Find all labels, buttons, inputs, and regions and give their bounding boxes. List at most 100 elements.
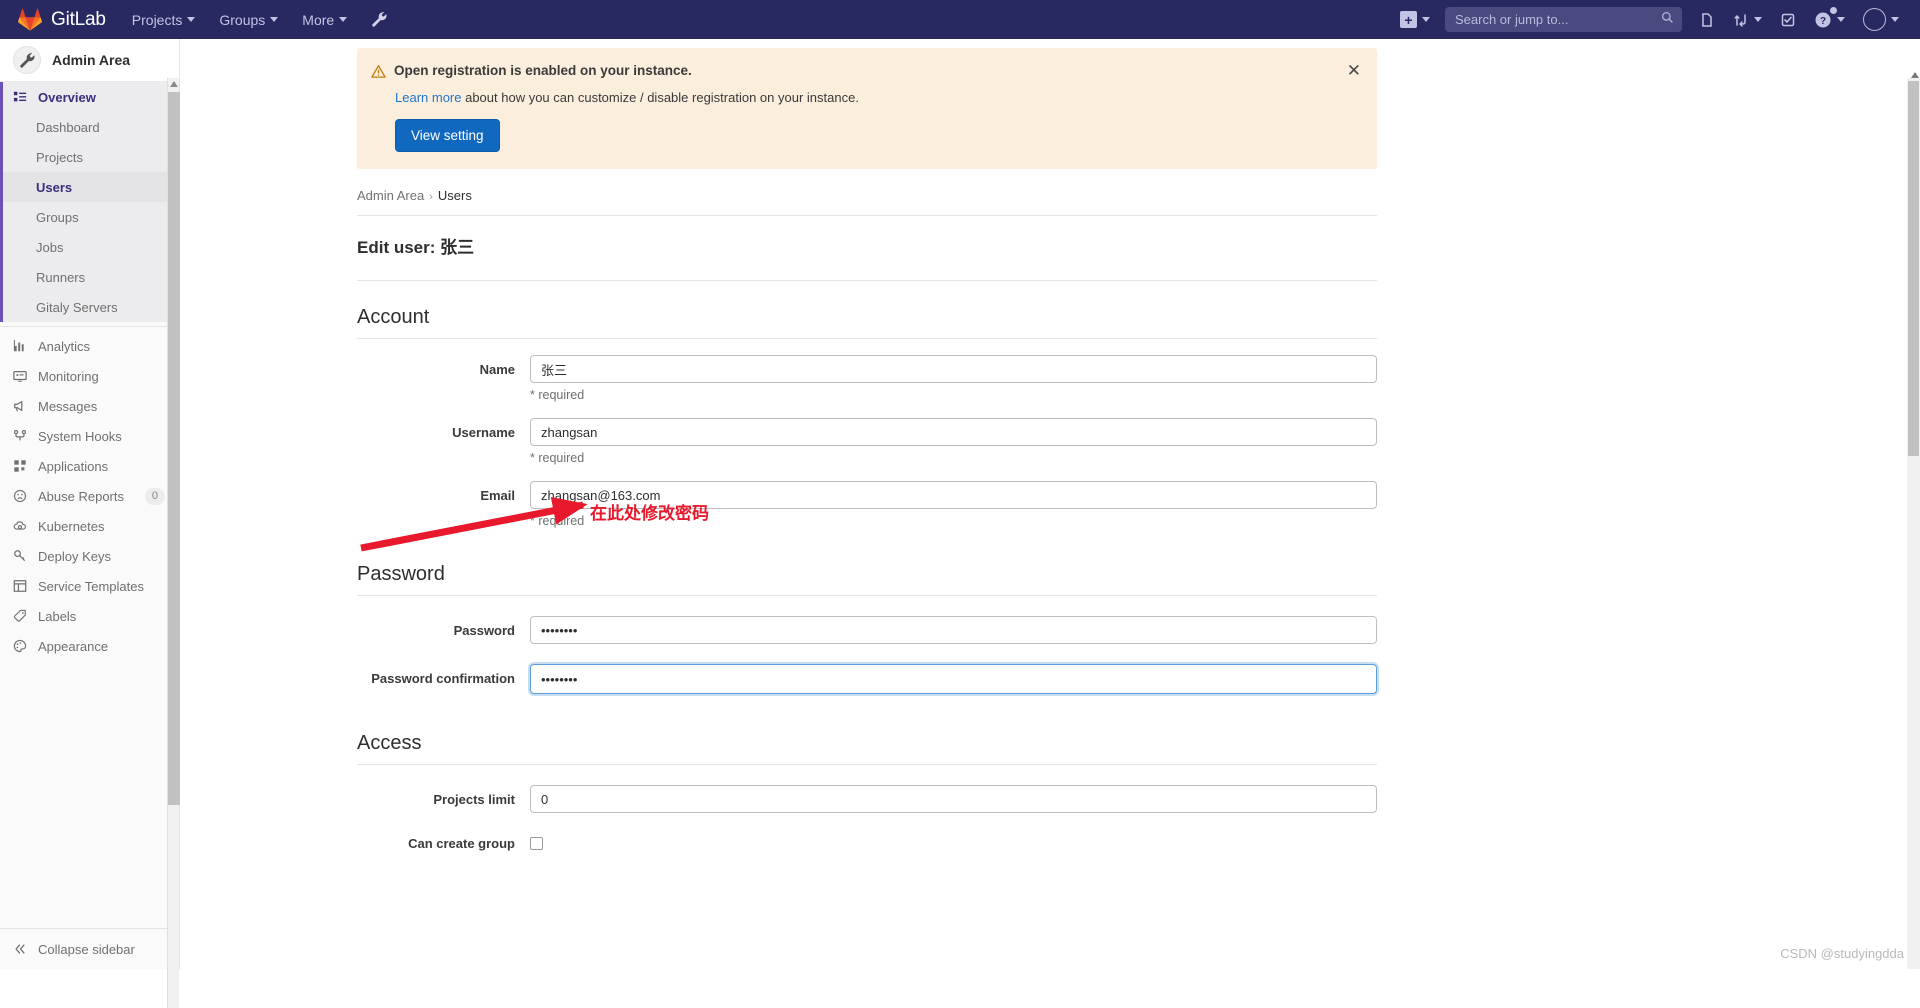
sidebar-item-groups[interactable]: Groups: [3, 202, 179, 232]
sidebar-item-jobs[interactable]: Jobs: [3, 232, 179, 262]
field-row-email: Email * required: [357, 481, 1377, 528]
password-confirmation-input[interactable]: [530, 664, 1377, 694]
sidebar-item-overview[interactable]: Overview: [3, 82, 179, 112]
admin-area-link[interactable]: [359, 0, 400, 39]
breadcrumb-admin-area[interactable]: Admin Area: [357, 188, 424, 203]
warning-triangle-icon: [371, 63, 386, 79]
breadcrumb-separator: ›: [429, 191, 433, 203]
scroll-up-arrow-icon[interactable]: [170, 81, 178, 87]
label-icon: [12, 608, 28, 624]
sidebar-item-gitaly-servers[interactable]: Gitaly Servers: [3, 292, 179, 322]
projects-limit-input[interactable]: [530, 785, 1377, 813]
sidebar-item-analytics-label: Analytics: [38, 339, 90, 354]
field-row-name: Name * required: [357, 355, 1377, 402]
access-section-heading: Access: [357, 732, 1377, 765]
password-control: [530, 616, 1377, 644]
sidebar-item-applications[interactable]: Applications: [0, 451, 179, 481]
sidebar-item-users[interactable]: Users: [3, 172, 179, 202]
key-icon: [12, 548, 28, 564]
global-search[interactable]: [1445, 7, 1682, 32]
navbar-right-group: +: [1391, 0, 1920, 39]
page-scrollbar[interactable]: [1907, 78, 1920, 969]
sidebar-item-messages[interactable]: Messages: [0, 391, 179, 421]
palette-icon: [12, 638, 28, 654]
breadcrumb: Admin Area › Users: [357, 188, 1377, 216]
projects-limit-control: [530, 785, 1377, 813]
search-input[interactable]: [1445, 7, 1682, 32]
alert-body-text: about how you can customize / disable re…: [461, 90, 858, 105]
sidebar-item-applications-label: Applications: [38, 459, 108, 474]
page-title: Edit user: 张三: [357, 233, 1377, 281]
top-navbar: GitLab Projects Groups More +: [0, 0, 1920, 39]
merge-requests-icon: [1733, 12, 1749, 28]
applications-icon: [12, 458, 28, 474]
sidebar-item-abuse-reports-label: Abuse Reports: [38, 489, 124, 504]
username-input[interactable]: [530, 418, 1377, 446]
nav-more[interactable]: More: [290, 0, 359, 39]
avatar: [1863, 8, 1886, 31]
sidebar-header[interactable]: Admin Area: [0, 39, 179, 82]
plus-square-icon: +: [1400, 11, 1417, 28]
scroll-up-arrow-icon[interactable]: [1911, 72, 1919, 78]
sidebar-divider: [0, 326, 179, 327]
sidebar-item-service-templates[interactable]: Service Templates: [0, 571, 179, 601]
sidebar-item-kubernetes-label: Kubernetes: [38, 519, 105, 534]
sidebar-item-labels[interactable]: Labels: [0, 601, 179, 631]
sidebar-item-runners[interactable]: Runners: [3, 262, 179, 292]
sidebar-item-appearance[interactable]: Appearance: [0, 631, 179, 661]
user-menu-button[interactable]: [1854, 0, 1908, 39]
collapse-sidebar-label: Collapse sidebar: [38, 942, 135, 957]
sidebar-item-labels-label: Labels: [38, 609, 76, 624]
nav-groups-label: Groups: [219, 12, 265, 28]
merge-requests-button[interactable]: [1724, 0, 1771, 39]
breadcrumb-users: Users: [438, 188, 472, 203]
chevron-down-icon: [1754, 17, 1762, 22]
help-button[interactable]: ?: [1805, 0, 1854, 39]
gitlab-home-link[interactable]: GitLab: [0, 0, 120, 39]
sidebar-scrollbar[interactable]: [167, 78, 179, 1008]
sidebar-item-projects[interactable]: Projects: [3, 142, 179, 172]
field-row-projects-limit: Projects limit: [357, 785, 1377, 813]
sidebar-item-monitoring[interactable]: Monitoring: [0, 361, 179, 391]
todos-icon: [1780, 12, 1796, 28]
issues-button[interactable]: [1690, 0, 1724, 39]
todos-button[interactable]: [1771, 0, 1805, 39]
sidebar-item-dashboard[interactable]: Dashboard: [3, 112, 179, 142]
sidebar-item-kubernetes[interactable]: Kubernetes: [0, 511, 179, 541]
admin-sidebar: Admin Area Overview Dashboard Projects U…: [0, 39, 180, 969]
sidebar-item-analytics[interactable]: Analytics: [0, 331, 179, 361]
sidebar-item-projects-label: Projects: [36, 150, 83, 165]
chevron-down-icon: [1422, 17, 1430, 22]
username-control: * required: [530, 418, 1377, 465]
open-registration-alert: Open registration is enabled on your ins…: [357, 48, 1377, 169]
view-setting-button[interactable]: View setting: [395, 119, 500, 152]
wrench-icon: [13, 46, 41, 74]
nav-projects[interactable]: Projects: [120, 0, 208, 39]
overview-icon: [12, 89, 28, 105]
sidebar-item-appearance-label: Appearance: [38, 639, 108, 654]
sidebar-scrollbar-thumb[interactable]: [168, 92, 180, 805]
page-scrollbar-thumb[interactable]: [1908, 81, 1919, 456]
chevron-down-icon: [1837, 17, 1845, 22]
sidebar-item-deploy-keys-label: Deploy Keys: [38, 549, 111, 564]
svg-text:?: ?: [1820, 16, 1826, 27]
sidebar-item-deploy-keys[interactable]: Deploy Keys: [0, 541, 179, 571]
nav-groups[interactable]: Groups: [207, 0, 290, 39]
gitlab-logo-icon: [18, 8, 42, 32]
chevron-down-icon: [1891, 17, 1899, 22]
password-input[interactable]: [530, 616, 1377, 644]
sidebar-group-overview: Overview Dashboard Projects Users Groups…: [0, 82, 179, 322]
search-icon: [1661, 11, 1674, 29]
learn-more-link[interactable]: Learn more: [395, 90, 461, 105]
wrench-icon: [371, 11, 388, 28]
sidebar-item-abuse-reports[interactable]: Abuse Reports 0: [0, 481, 179, 511]
collapse-sidebar-button[interactable]: Collapse sidebar: [0, 928, 179, 969]
can-create-group-checkbox[interactable]: [530, 837, 543, 850]
email-input[interactable]: [530, 481, 1377, 509]
abuse-reports-count: 0: [145, 488, 165, 505]
sidebar-item-system-hooks[interactable]: System Hooks: [0, 421, 179, 451]
create-new-button[interactable]: +: [1391, 0, 1439, 39]
name-input[interactable]: [530, 355, 1377, 383]
close-icon[interactable]: ✕: [1347, 62, 1361, 79]
chevron-down-icon: [187, 17, 195, 22]
